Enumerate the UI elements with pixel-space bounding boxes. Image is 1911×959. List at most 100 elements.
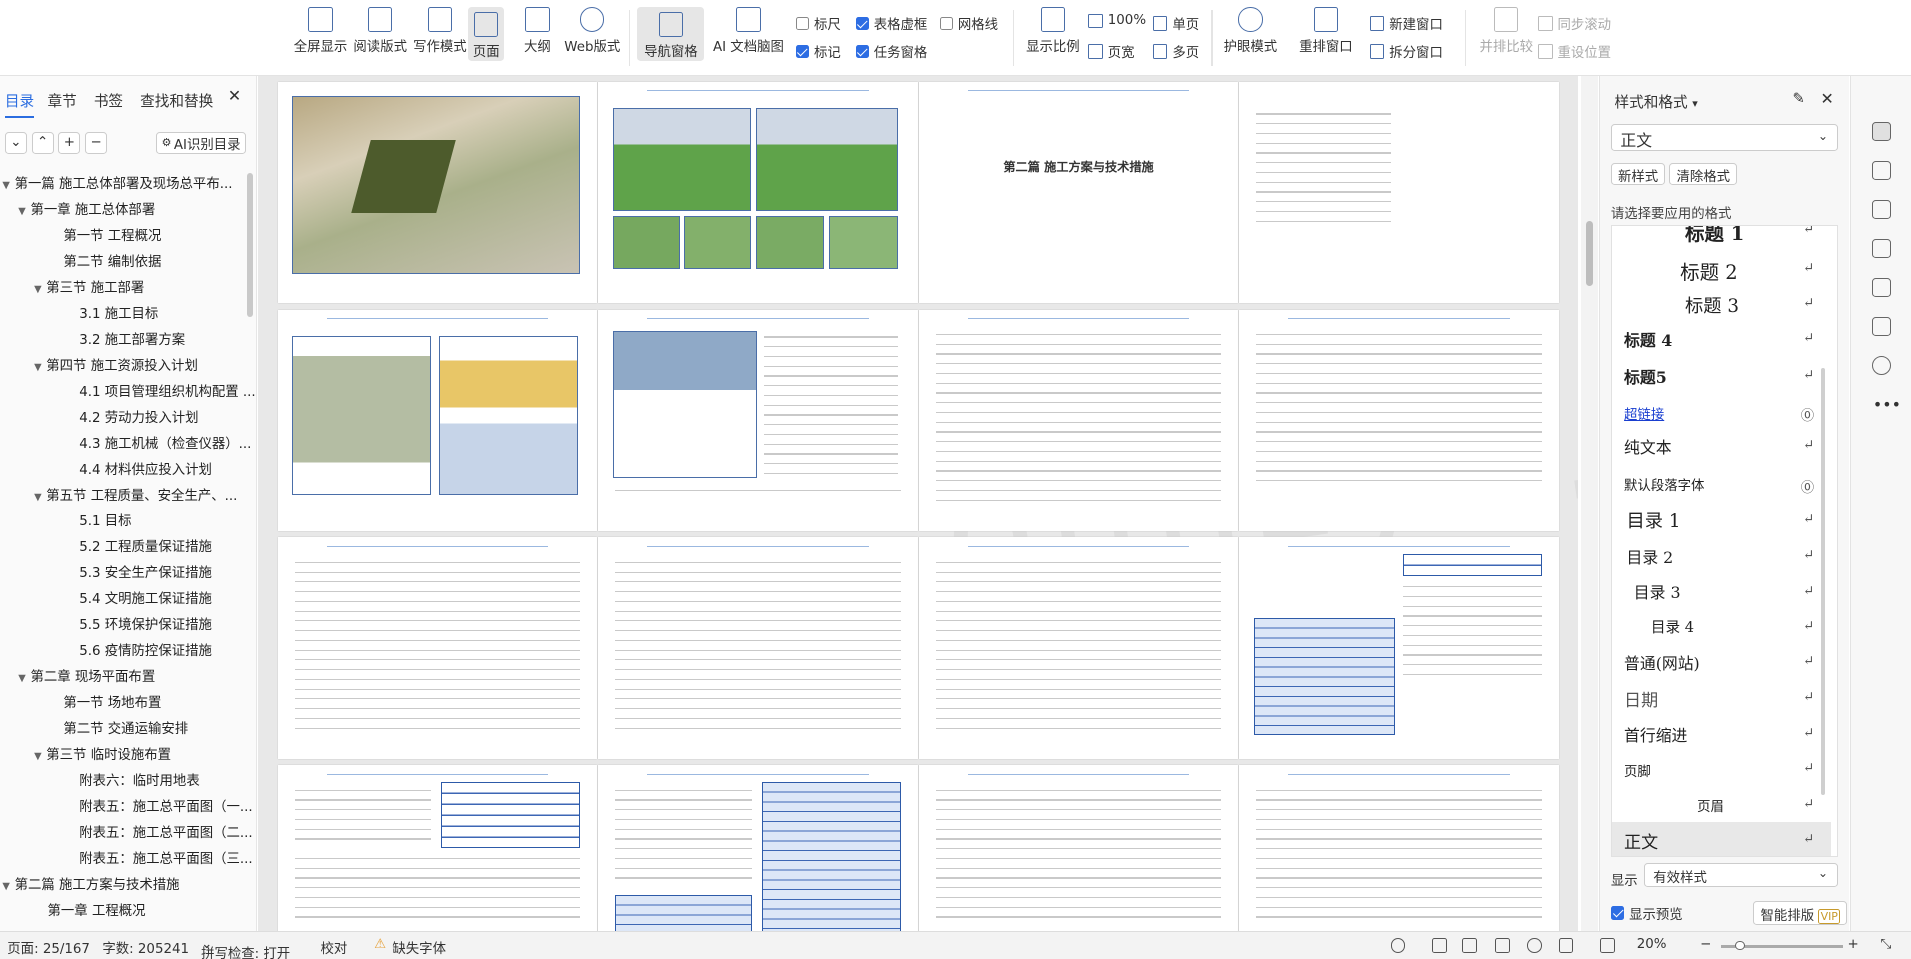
toc-item[interactable]: 5.5 环境保护保证措施 [79,614,212,638]
resize-grip-icon[interactable]: ⤡ [1880,937,1891,952]
expand-arrow-icon[interactable]: ▼ [34,486,46,509]
marks-checkbox[interactable]: 标记 [795,41,841,61]
page-thumbnail[interactable] [918,765,1239,932]
page-thumbnail[interactable] [1239,81,1559,304]
stamp-icon[interactable] [1871,316,1892,337]
close-icon[interactable]: ✕ [228,86,241,105]
current-style-select[interactable]: 正文 ⌄ [1610,124,1838,152]
style-list-scrollbar[interactable] [1820,368,1826,795]
toc-item[interactable]: 5.6 疫情防控保证措施 [79,640,212,664]
toc-item[interactable]: ▼ 第三节 临时设施布置 [34,744,171,768]
toc-item[interactable]: 第一章 工程概况 [48,900,146,924]
style-item[interactable]: 标题 4 ↵ [1612,321,1831,355]
toc-item[interactable]: ▼ 第三节 施工部署 [34,277,144,301]
styles-pane-title[interactable]: 样式和格式 ▾ [1615,91,1698,112]
table-dash-check[interactable] [855,16,869,31]
tab-bookmarks[interactable]: 书签 [94,90,123,111]
style-item[interactable]: 超链接 ⓪ [1612,395,1831,429]
properties-icon[interactable] [1871,199,1892,220]
table-dash-checkbox[interactable]: 表格虚框 [855,13,927,33]
tab-find-replace[interactable]: 查找和替换 [140,90,213,111]
pin-icon[interactable]: ✎ [1792,90,1804,107]
more-icon[interactable]: ••• [1873,395,1901,414]
page-thumbnail[interactable] [598,81,918,304]
style-item[interactable]: 标题 1 ↵ [1612,226,1831,246]
missing-font-button[interactable]: 缺失字体 [392,937,446,957]
toc-item[interactable]: 附表六：临时用地表 [79,770,200,794]
minus-icon[interactable]: − [85,131,108,154]
toc-item[interactable]: 第一节 工程概况 [63,225,161,249]
toc-item[interactable]: ▼ 第一篇 施工总体部署及现场总平布... [2,173,232,197]
page-counter[interactable]: 页面: 25/167 [7,937,90,957]
page-view-button[interactable]: 页面 [467,7,505,61]
proofread-button[interactable]: 校对 [321,937,348,957]
style-item[interactable]: 目录 4 ↵ [1612,609,1831,643]
ruler-check[interactable] [795,16,810,31]
help-icon[interactable] [1871,355,1892,376]
page-thumbnail[interactable] [277,81,598,304]
marks-check[interactable] [795,44,810,59]
page-thumbnail[interactable] [918,537,1239,760]
ai-mindmap-button[interactable]: AI 文档脑图 [713,2,784,55]
select-cursor-icon[interactable] [1871,160,1892,181]
plus-icon[interactable]: + [58,131,81,154]
show-preview-checkbox[interactable]: 显示预览 [1610,903,1683,923]
document-scrollbar[interactable] [1580,75,1598,932]
style-item[interactable]: 标题 3 ↵ [1612,286,1831,320]
rearrange-window-button[interactable]: 重排窗口 [1299,2,1353,55]
page-thumbnail[interactable] [598,765,918,932]
page-thumbnail[interactable] [277,537,598,760]
expand-arrow-icon[interactable]: ▼ [2,174,14,197]
ai-toc-button[interactable]: ⚙ AI识别目录 [155,131,247,154]
task-pane-check[interactable] [855,44,869,59]
style-item[interactable]: 目录 1 ↵ [1612,502,1831,536]
page-width-button[interactable]: 页宽 [1088,41,1135,61]
style-item[interactable]: 首行缩进 ↵ [1612,716,1831,750]
toc-item[interactable]: 3.1 施工目标 [79,303,158,327]
toc-scrollbar[interactable] [247,173,254,317]
new-style-button[interactable]: 新样式 [1610,163,1666,185]
expand-arrow-icon[interactable]: ▼ [34,278,46,301]
show-filter-select[interactable]: 有效样式 ⌄ [1643,862,1838,888]
page-thumbnail[interactable] [1239,765,1559,932]
single-page-button[interactable]: 单页 [1152,13,1199,33]
toc-item[interactable]: 4.1 项目管理组织机构配置 ... [79,381,255,405]
scroll-thumb[interactable] [1585,220,1593,287]
writing-mode-button[interactable]: 写作模式 [413,2,467,55]
outline-view-icon[interactable] [1462,938,1478,953]
zoom-100-button[interactable]: 100% [1088,13,1146,28]
toc-item[interactable]: 5.4 文明施工保证措施 [79,588,212,612]
word-count[interactable]: 字数: 205241 [102,937,189,957]
reset-position-button[interactable]: 重设位置 [1537,41,1611,61]
globe-icon[interactable] [1527,938,1542,953]
edit-icon[interactable] [1871,277,1892,298]
style-item[interactable]: 目录 2 ↵ [1612,538,1831,572]
toc-item[interactable]: 4.4 材料供应投入计划 [79,459,212,483]
toc-item[interactable]: 第一节 场地布置 [63,692,161,716]
web-layout-button[interactable]: Web版式 [564,2,620,55]
style-item[interactable]: 日期 ↵ [1612,680,1831,714]
fit-page-icon[interactable] [1600,938,1615,953]
toc-item[interactable]: 5.1 目标 [79,510,131,534]
page-thumbnail[interactable] [1239,537,1559,760]
page-thumbnail[interactable] [598,537,918,760]
smart-layout-button[interactable]: 智能排版 VIP [1753,900,1848,925]
page-thumbnail[interactable] [277,309,598,532]
gridlines-checkbox[interactable]: 网格线 [939,13,998,33]
zoom-slider-knob[interactable] [1735,940,1746,951]
expand-arrow-icon[interactable]: ▼ [18,667,30,690]
side-by-side-button[interactable]: 并排比较 [1480,2,1533,55]
toc-item[interactable]: 5.2 工程质量保证措施 [79,536,212,560]
toc-item[interactable]: 4.2 劳动力投入计划 [79,407,198,431]
zoom-out-icon[interactable]: − [1700,937,1711,952]
gridlines-check[interactable] [939,16,953,31]
toc-item[interactable]: ▼ 第一章 施工总体部署 [18,199,155,223]
document-canvas[interactable]: oimzyw.cc 第二篇 施工方案与技术措施 [258,75,1579,932]
style-item[interactable]: 页脚 ↵ [1612,752,1831,786]
toc-item[interactable]: 第二节 编制依据 [63,251,161,275]
ruler-checkbox[interactable]: 标尺 [795,13,841,33]
chevron-down-icon[interactable]: ⌄ [4,131,27,154]
expand-arrow-icon[interactable]: ▼ [34,356,46,379]
zoom-level[interactable]: 20% [1637,937,1667,952]
tools-icon[interactable] [1871,238,1892,259]
